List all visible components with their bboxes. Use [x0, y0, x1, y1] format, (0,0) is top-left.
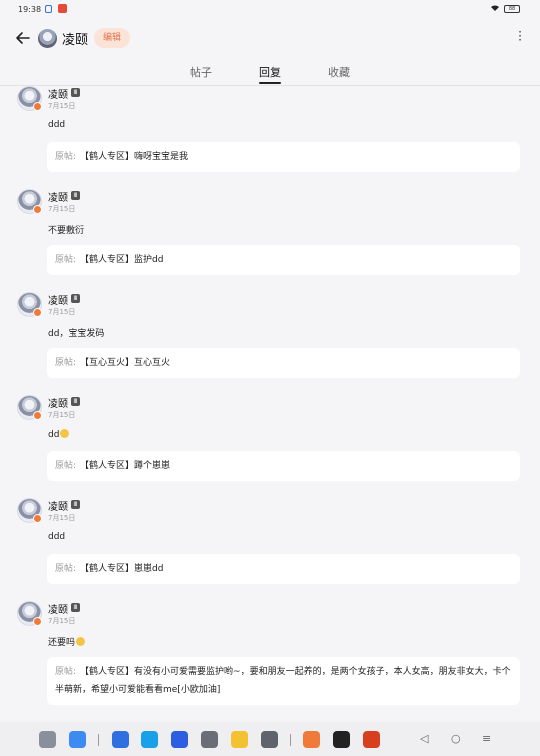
reply-text: dd [48, 429, 70, 440]
author-name[interactable]: 凌颐 [48, 395, 68, 410]
quote-prefix: 原帖: [55, 152, 77, 162]
emoji-icon [60, 429, 70, 438]
taskbar: ◁ ○ ≡ [0, 722, 540, 756]
author-name[interactable]: 凌颐 [48, 189, 68, 204]
original-post-link[interactable]: 原帖: 【鹤人专区】监护dd [47, 245, 520, 275]
folder-icon[interactable] [112, 731, 129, 748]
quote-prefix: 原帖: [55, 461, 77, 471]
files-icon[interactable] [69, 731, 86, 748]
original-post-title: 【鹤人专区】有没有小可爱需要监护哟~，要和朋友一起养的，是两个女孩子，本人女高，… [55, 667, 511, 695]
original-post-link[interactable]: 原帖: 【鹤人专区】蹲个崽崽 [47, 451, 520, 481]
game-app-icon[interactable] [303, 731, 320, 748]
verified-badge-icon [33, 411, 42, 420]
original-post-title: 【鹤人专区】监护dd [80, 255, 164, 265]
nav-home-icon[interactable]: ○ [451, 732, 461, 745]
qq-icon[interactable] [333, 731, 350, 748]
quote-prefix: 原帖: [55, 564, 77, 574]
active-tab-indicator [259, 82, 281, 84]
wifi-icon [490, 4, 500, 15]
author-name[interactable]: 凌颐 [48, 498, 68, 513]
original-post-title: 【鹤人专区】崽崽dd [80, 564, 164, 574]
edit-button[interactable]: 编辑 [94, 28, 131, 48]
original-post-title: 【互心互火】互心互火 [80, 358, 171, 368]
level-badge-icon: Ⅲ [71, 88, 80, 97]
dock-divider [290, 734, 291, 746]
tab-replies[interactable]: 回复 [259, 64, 281, 80]
original-post-link[interactable]: 原帖: 【互心互火】互心互火 [47, 348, 520, 378]
notification-icon [45, 5, 52, 13]
verified-badge-icon [33, 308, 42, 317]
level-badge-icon: Ⅲ [71, 397, 80, 406]
emoji-icon [76, 637, 86, 646]
author-name[interactable]: 凌颐 [48, 292, 68, 307]
tab-posts[interactable]: 帖子 [190, 64, 212, 80]
original-post-title: 【鹤人专区】嗨呀宝宝是我 [80, 152, 189, 162]
level-badge-icon: Ⅲ [71, 603, 80, 612]
back-arrow-icon[interactable] [14, 29, 32, 47]
post-date: 7月15日 [48, 617, 76, 625]
reply-text: dd，宝宝发码 [48, 329, 105, 339]
app-grid-icon[interactable] [39, 731, 56, 748]
post-date: 7月15日 [48, 411, 76, 419]
browser-icon[interactable] [141, 731, 158, 748]
level-badge-icon: Ⅲ [71, 500, 80, 509]
page-title: 凌颐 [62, 33, 89, 48]
tab-bar: 帖子 回复 收藏 [0, 58, 540, 86]
reply-text: ddd [48, 532, 66, 542]
avatar[interactable] [38, 29, 57, 48]
settings-icon[interactable] [261, 731, 278, 748]
more-options-icon[interactable]: · · · [518, 26, 522, 46]
notes-icon[interactable] [231, 731, 248, 748]
app-notification-icon [58, 4, 67, 13]
post-date: 7月15日 [48, 205, 76, 213]
verified-badge-icon [33, 514, 42, 523]
reply-text: 不要敷衍 [48, 226, 85, 236]
status-time: 19:38 [18, 5, 42, 14]
status-bar: 19:38 88 [0, 0, 540, 20]
author-name[interactable]: 凌颐 [48, 86, 68, 101]
nav-recents-icon[interactable]: ≡ [482, 732, 491, 745]
tab-favorites[interactable]: 收藏 [328, 64, 350, 80]
battery-icon: 88 [504, 5, 520, 13]
reply-text: ddd [48, 120, 66, 130]
camera-icon[interactable] [201, 731, 218, 748]
gallery-icon[interactable] [171, 731, 188, 748]
verified-badge-icon [33, 102, 42, 111]
verified-badge-icon [33, 617, 42, 626]
dock-divider [98, 734, 99, 746]
nav-back-icon[interactable]: ◁ [420, 732, 428, 745]
quote-prefix: 原帖: [55, 358, 77, 368]
reply-list[interactable]: 凌颐 Ⅲ 7月15日 ddd 原帖: 【鹤人专区】嗨呀宝宝是我 凌颐 Ⅲ 7月15… [0, 86, 540, 720]
level-badge-icon: Ⅲ [71, 191, 80, 200]
original-post-title: 【鹤人专区】蹲个崽崽 [80, 461, 171, 471]
verified-badge-icon [33, 205, 42, 214]
quote-prefix: 原帖: [55, 667, 77, 677]
author-name[interactable]: 凌颐 [48, 601, 68, 616]
original-post-link[interactable]: 原帖: 【鹤人专区】有没有小可爱需要监护哟~，要和朋友一起养的，是两个女孩子，本人… [47, 657, 520, 705]
post-date: 7月15日 [48, 102, 76, 110]
quote-prefix: 原帖: [55, 255, 77, 265]
post-date: 7月15日 [48, 308, 76, 316]
profile-header: 凌颐 编辑 · · · [0, 20, 540, 58]
original-post-link[interactable]: 原帖: 【鹤人专区】崽崽dd [47, 554, 520, 584]
original-post-link[interactable]: 原帖: 【鹤人专区】嗨呀宝宝是我 [47, 142, 520, 172]
video-app-icon[interactable] [363, 731, 380, 748]
post-date: 7月15日 [48, 514, 76, 522]
level-badge-icon: Ⅲ [71, 294, 80, 303]
reply-text: 还要吗 [48, 635, 86, 648]
